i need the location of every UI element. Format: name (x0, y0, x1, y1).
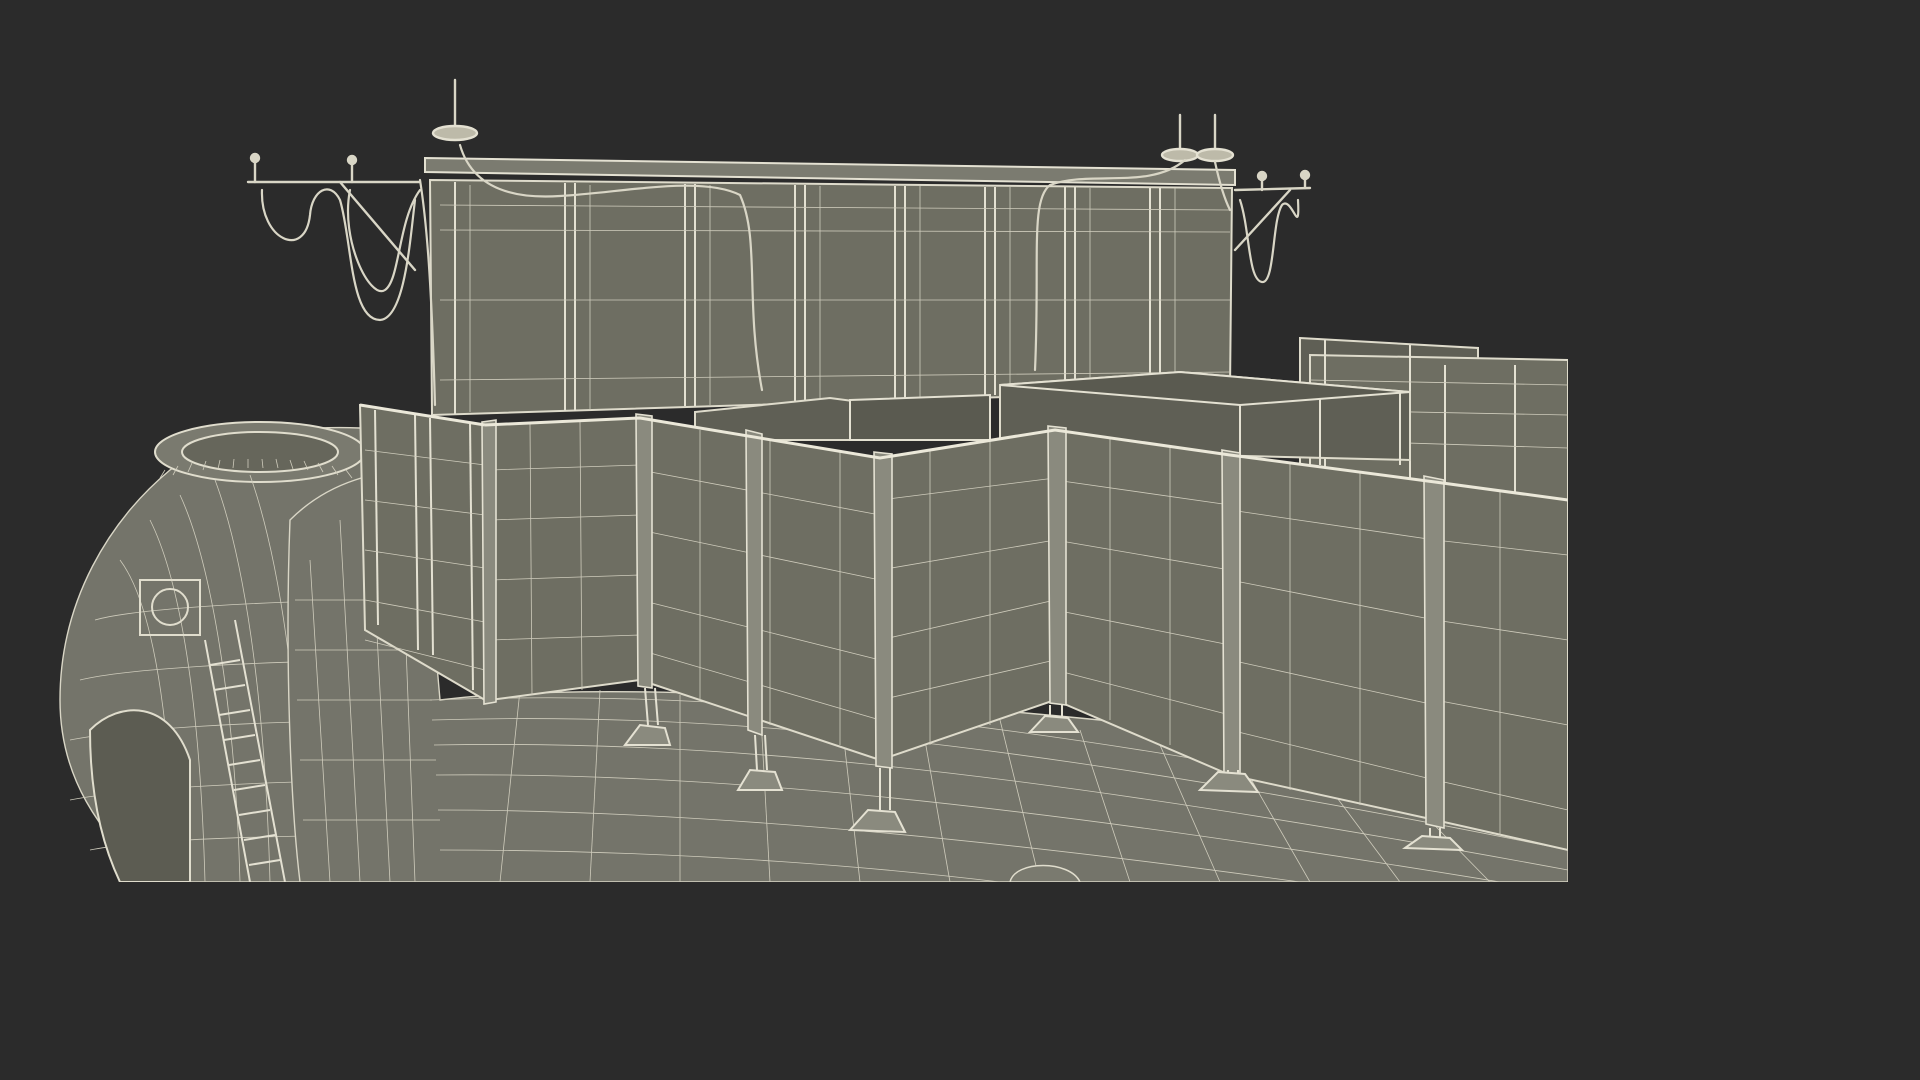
render-viewport (0, 0, 1568, 882)
wireframe-model (59, 78, 1568, 882)
rear-antenna-panel (246, 78, 1312, 417)
